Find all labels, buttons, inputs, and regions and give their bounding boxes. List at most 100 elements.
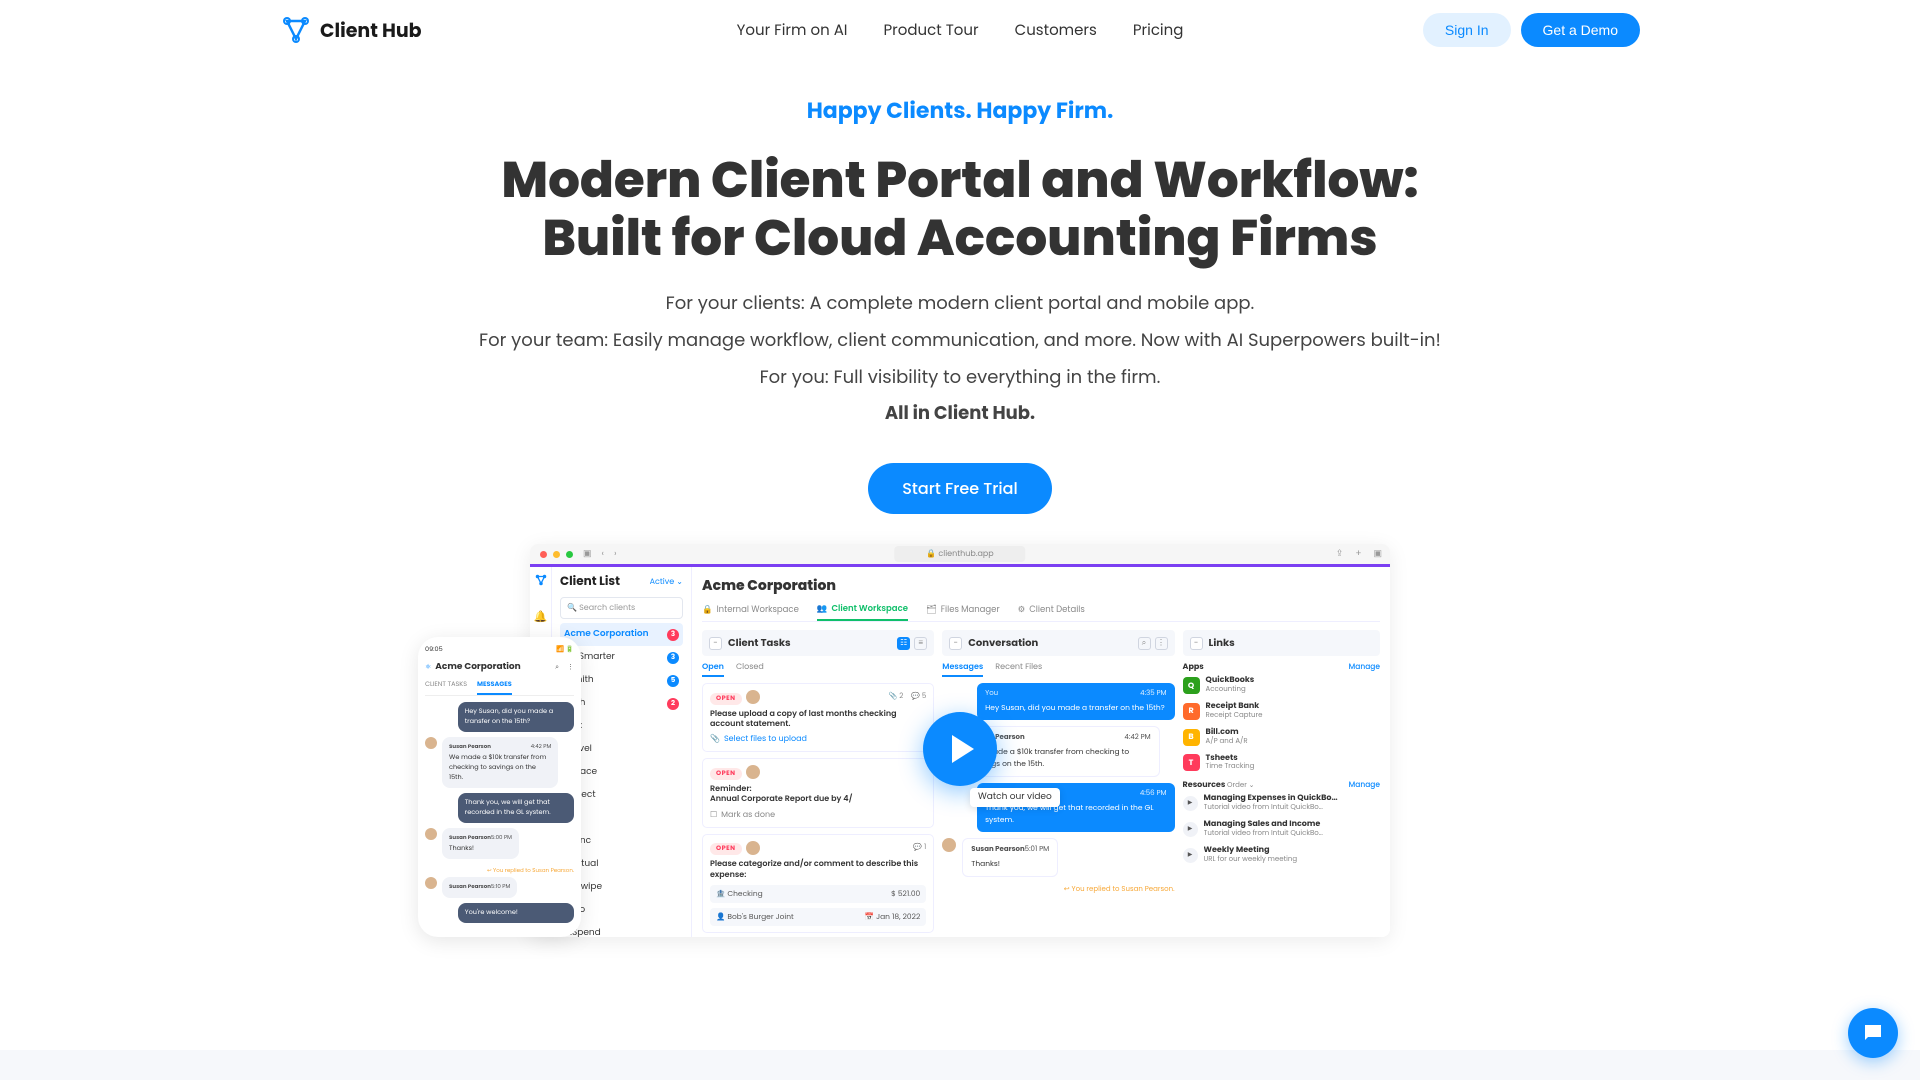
task-card[interactable]: OPEN 💬 1 Please categorize and/or commen… (702, 834, 934, 933)
resource-row[interactable]: ▶ Managing Sales and IncomeTutorial vide… (1183, 820, 1380, 839)
phone-msg-other: Susan Pearson5:00 PMThanks! (442, 828, 519, 859)
assignee-avatar (746, 765, 760, 779)
resource-row[interactable]: ▶ Weekly MeetingURL for our weekly meeti… (1183, 846, 1380, 865)
attachment-icon: 📎 2 (889, 692, 904, 702)
tab-files[interactable]: 🗂 Files Manager (926, 602, 1000, 621)
conv-panel-title: Conversation (968, 635, 1038, 651)
manage-resources-link[interactable]: Manage (1349, 779, 1380, 791)
tab-client-workspace[interactable]: 👥 Client Workspace (817, 602, 908, 621)
forward-icon: › (614, 548, 617, 561)
collapse-icon[interactable]: − (949, 637, 962, 650)
start-trial-button[interactable]: Start Free Trial (868, 463, 1051, 514)
task-card[interactable]: OPEN Reminder: Annual Corporate Report d… (702, 758, 934, 827)
nav-link-customers[interactable]: Customers (1015, 19, 1097, 42)
links-panel: − Links Apps Manage Q QuickBooksAccounti… (1183, 630, 1380, 937)
phone-messages: Hey Susan, did you made a transfer on th… (425, 702, 574, 923)
hero-body-2: For your team: Easily manage workflow, c… (0, 327, 1920, 356)
nav-link-pricing[interactable]: Pricing (1133, 19, 1184, 42)
hero-title-l2: Built for Cloud Accounting Firms (542, 202, 1377, 273)
address-bar: 🔒 clienthub.app (894, 546, 1025, 562)
mark-done-checkbox[interactable]: ☐ Mark as done (710, 809, 926, 821)
apps-list: Q QuickBooksAccounting R Receipt BankRece… (1183, 676, 1380, 772)
app-link-row[interactable]: T TsheetsTime Tracking (1183, 754, 1380, 773)
app-link-row[interactable]: R Receipt BankReceipt Capture (1183, 702, 1380, 721)
window-max-icon (566, 551, 573, 558)
sidebar-title: Client List (560, 573, 620, 591)
chat-icon (1861, 1021, 1885, 1045)
tabs-icon: ▣ (1373, 548, 1382, 561)
more-icon[interactable]: ⋮ (1155, 637, 1168, 650)
nav-links: Your Firm on AI Product Tour Customers P… (737, 19, 1184, 42)
conv-tab-files[interactable]: Recent Files (995, 661, 1042, 677)
logo[interactable]: Client Hub (280, 14, 422, 46)
message-bubble-other: Susan Pearson5:01 PMThanks! (962, 838, 1058, 877)
conversation-panel: − Conversation ⌕ ⋮ Messages Recent Files (942, 630, 1174, 937)
footer-band (0, 1050, 1920, 1080)
nav-actions: Sign In Get a Demo (1423, 13, 1640, 47)
comments-icon: 💬 1 (913, 843, 926, 853)
links-panel-title: Links (1209, 635, 1235, 651)
phone-tab-messages[interactable]: MESSAGES (477, 680, 512, 695)
phone-msg-self: You're welcome! (458, 903, 574, 923)
task-status-badge: OPEN (710, 843, 742, 855)
upload-link[interactable]: 📎 Select files to upload (710, 733, 926, 745)
main-pane: Acme Corporation 🔒 Internal Workspace 👥 … (692, 567, 1390, 937)
collapse-icon[interactable]: − (709, 637, 722, 650)
nav-link-ai[interactable]: Your Firm on AI (737, 19, 848, 42)
app-link-row[interactable]: Q QuickBooksAccounting (1183, 676, 1380, 695)
comments-icon: 💬 5 (911, 692, 926, 702)
conv-tab-messages[interactable]: Messages (942, 661, 983, 677)
search-icon[interactable]: ⌕ (1138, 637, 1151, 650)
task-status-badge: OPEN (710, 693, 742, 705)
assignee-avatar (746, 841, 760, 855)
tab-internal[interactable]: 🔒 Internal Workspace (702, 602, 799, 621)
browser-chrome: ▣ ‹ › 🔒 clienthub.app ⇪ + ▣ (530, 544, 1390, 564)
play-icon: ▶ (1183, 822, 1198, 837)
signin-button[interactable]: Sign In (1423, 13, 1511, 47)
chat-widget-button[interactable] (1848, 1008, 1898, 1058)
manage-apps-link[interactable]: Manage (1349, 661, 1380, 673)
resources-heading: Resources Order ⌄ (1183, 779, 1255, 791)
phone-avatar (425, 828, 437, 840)
app-link-row[interactable]: B Bill.comA/P and A/R (1183, 728, 1380, 747)
client-row[interactable]: Acme Corporation3 (560, 623, 683, 646)
hero-body-4: All in Client Hub. (0, 400, 1920, 429)
hero: Happy Clients. Happy Firm. Modern Client… (0, 60, 1920, 514)
message-bubble-self: You4:35 PMHey Susan, did you made a tran… (977, 683, 1174, 720)
view-list-icon[interactable]: ☷ (897, 637, 910, 650)
phone-more-icon[interactable]: ⋮ (567, 663, 574, 673)
phone-reply-note: ↩ You replied to Susan Pearson. (425, 866, 574, 875)
demo-button[interactable]: Get a Demo (1521, 13, 1640, 47)
view-grid-icon[interactable]: ≡ (914, 637, 927, 650)
rail-logo-icon (534, 573, 548, 592)
tasks-panel: − Client Tasks ☷ ≡ Open Closed (702, 630, 934, 937)
play-video-button[interactable] (923, 712, 997, 786)
play-icon: ▶ (1183, 848, 1198, 863)
phone-search-icon[interactable]: ⌕ (555, 663, 559, 673)
play-icon: ▶ (1183, 796, 1198, 811)
task-text: Please upload a copy of last months chec… (710, 709, 926, 730)
rail-bell-icon[interactable]: 🔔 (534, 608, 548, 625)
phone-tab-tasks[interactable]: CLIENT TASKS (425, 680, 467, 695)
back-icon: ‹ (602, 548, 605, 561)
phone-time: 09:05 (425, 645, 443, 655)
share-icon: ⇪ (1336, 548, 1344, 561)
play-video-label: Watch our video (970, 788, 1060, 807)
sidebar-filter[interactable]: Active ⌄ (650, 576, 683, 588)
tasks-tab-open[interactable]: Open (702, 661, 724, 677)
hero-title: Modern Client Portal and Workflow: Built… (0, 151, 1920, 266)
nav-link-tour[interactable]: Product Tour (884, 19, 979, 42)
task-text: Reminder: Annual Corporate Report due by… (710, 784, 926, 805)
phone-avatar (425, 737, 437, 749)
resource-row[interactable]: ▶ Managing Expenses in QuickBo…Tutorial … (1183, 794, 1380, 813)
play-icon (952, 735, 974, 763)
search-clients-input[interactable]: 🔍 Search clients (560, 597, 683, 619)
task-card[interactable]: OPEN 📎 2 💬 5 Please upload a copy of las… (702, 683, 934, 752)
tab-details[interactable]: ⚙ Client Details (1018, 602, 1085, 621)
phone-msg-other: Susan Pearson4:42 PMWe made a $10k trans… (442, 737, 558, 788)
date-chip: 📅 Jan 18, 2022 (865, 911, 920, 923)
tasks-tab-closed[interactable]: Closed (736, 661, 764, 677)
collapse-icon[interactable]: − (1190, 637, 1203, 650)
hero-body-1: For your clients: A complete modern clie… (0, 290, 1920, 319)
conversation-list: You4:35 PMHey Susan, did you made a tran… (942, 683, 1174, 883)
